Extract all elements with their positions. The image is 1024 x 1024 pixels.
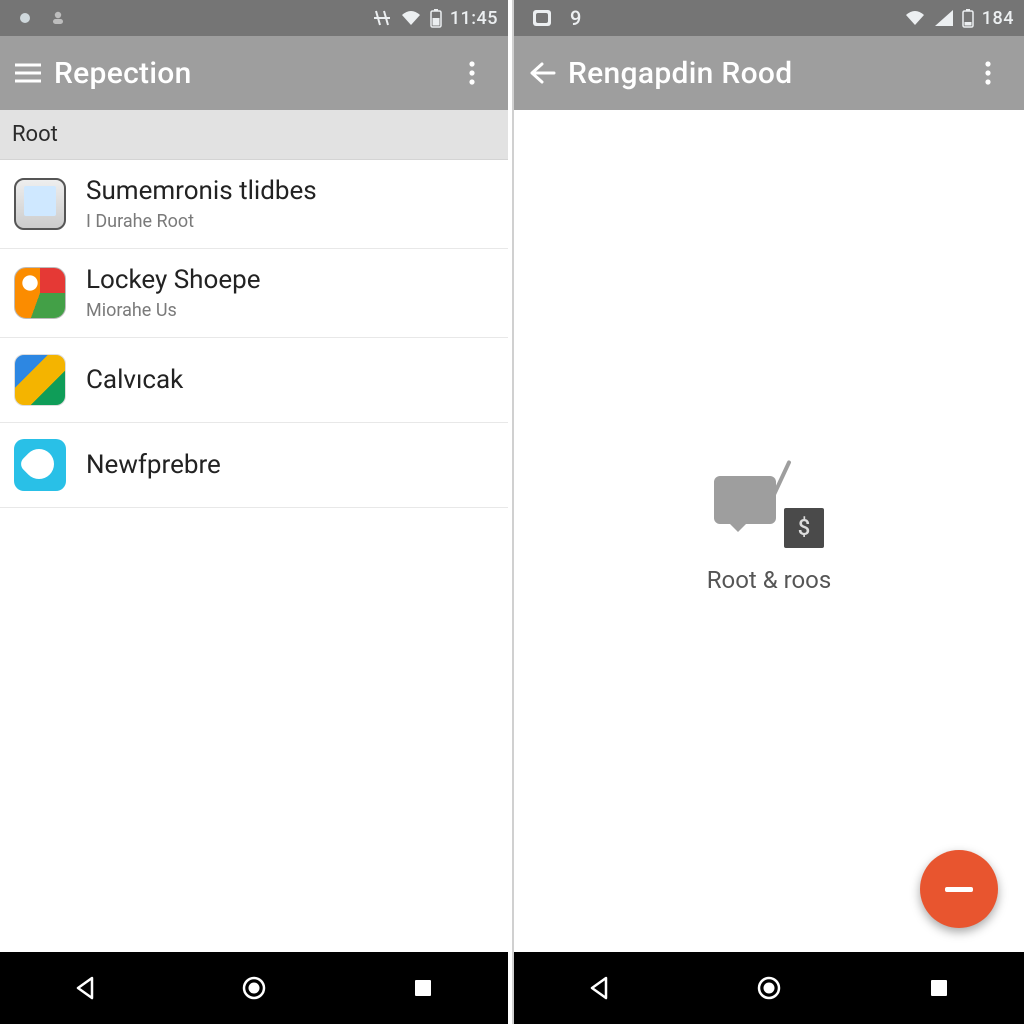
section-header: Root	[0, 110, 508, 160]
list-item[interactable]: Lockey Shoepe Miorahe Us	[0, 249, 508, 338]
back-arrow-icon[interactable]	[522, 53, 562, 93]
app-icon-triangle	[14, 354, 66, 406]
list-item[interactable]: Sumemronis tlidbes I Durahe Root	[0, 160, 508, 249]
overflow-menu-icon[interactable]	[452, 53, 492, 93]
screenshot-notif-icon	[532, 9, 552, 27]
app-icon-phone	[14, 439, 66, 491]
status-bar: 9 184	[514, 0, 1024, 36]
wifi-icon	[904, 9, 926, 27]
profile-icon	[50, 10, 66, 26]
dollar-badge-icon: $	[784, 508, 824, 548]
nav-recents-icon[interactable]	[405, 970, 441, 1006]
nav-recents-icon[interactable]	[921, 970, 957, 1006]
nav-home-icon[interactable]	[751, 970, 787, 1006]
list-item[interactable]: Calvıcak	[0, 338, 508, 423]
phone-right: 9 184 Rengapdin Rood	[512, 0, 1024, 1024]
list-item[interactable]: Newfprebre	[0, 423, 508, 508]
list-item-subtitle: I Durahe Root	[86, 211, 317, 232]
misc-status-icon	[372, 9, 392, 27]
nav-home-icon[interactable]	[236, 970, 272, 1006]
minus-icon	[945, 887, 973, 892]
notif-count: 9	[570, 6, 582, 30]
battery-low-icon	[962, 8, 974, 28]
toolbar-title: Repection	[54, 56, 452, 91]
system-nav-bar	[0, 952, 508, 1024]
battery-icon	[430, 8, 442, 28]
toolbar: Rengapdin Rood	[514, 36, 1024, 110]
status-bar: 11:45	[0, 0, 508, 36]
system-nav-bar	[514, 952, 1024, 1024]
cell-signal-icon	[934, 9, 954, 27]
hamburger-icon[interactable]	[8, 53, 48, 93]
app-icon-colorwheel	[14, 267, 66, 319]
empty-state-label: Root & roos	[707, 566, 832, 594]
status-time: 184	[982, 8, 1014, 29]
app-list: Sumemronis tlidbes I Durahe Root Lockey …	[0, 160, 508, 952]
status-time: 11:45	[450, 8, 498, 29]
empty-state: $ Root & roos	[514, 110, 1024, 952]
list-item-title: Sumemronis tlidbes	[86, 176, 317, 207]
overflow-menu-icon[interactable]	[968, 53, 1008, 93]
list-item-title: Lockey Shoepe	[86, 265, 261, 296]
phone-left: 11:45 Repection Root Sumemronis tlidbes …	[0, 0, 512, 1024]
fab-button[interactable]	[920, 850, 998, 928]
wifi-icon	[400, 9, 422, 27]
section-header-label: Root	[12, 122, 58, 147]
list-item-title: Calvıcak	[86, 365, 183, 396]
nav-back-icon[interactable]	[67, 970, 103, 1006]
list-item-subtitle: Miorahe Us	[86, 300, 261, 321]
nav-back-icon[interactable]	[581, 970, 617, 1006]
toolbar: Repection	[0, 36, 508, 110]
toolbar-title: Rengapdin Rood	[568, 56, 968, 91]
list-item-title: Newfprebre	[86, 450, 221, 481]
empty-state-icon: $	[714, 468, 824, 548]
app-icon-tablet	[14, 178, 66, 230]
notification-dot-icon	[18, 11, 32, 25]
